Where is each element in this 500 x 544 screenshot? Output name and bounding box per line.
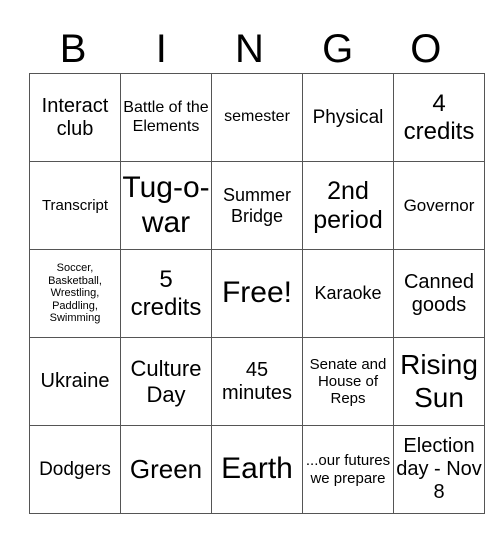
bingo-cell[interactable]: Karaoke bbox=[302, 249, 394, 338]
bingo-cell[interactable]: 2nd period bbox=[302, 161, 394, 250]
bingo-cell[interactable]: ...our futures we prepare bbox=[302, 425, 394, 514]
header-letter-n: N bbox=[235, 27, 264, 71]
bingo-cell[interactable]: Culture Day bbox=[120, 337, 212, 426]
bingo-cell[interactable]: Transcript bbox=[29, 161, 121, 250]
bingo-cell[interactable]: Canned goods bbox=[393, 249, 485, 338]
bingo-row: Dodgers Green Earth ...our futures we pr… bbox=[29, 425, 485, 514]
bingo-row: Interact club Battle of the Elements sem… bbox=[29, 73, 485, 162]
bingo-card: Interact club Battle of the Elements sem… bbox=[29, 73, 485, 514]
bingo-cell[interactable]: 45 minutes bbox=[211, 337, 303, 426]
bingo-cell[interactable]: Green bbox=[120, 425, 212, 514]
header-letter-o: O bbox=[410, 27, 442, 71]
bingo-cell[interactable]: Summer Bridge bbox=[211, 161, 303, 250]
bingo-cell[interactable]: Interact club bbox=[29, 73, 121, 162]
bingo-cell[interactable]: Tug-o-war bbox=[120, 161, 212, 250]
bingo-cell[interactable]: Election day - Nov 8 bbox=[393, 425, 485, 514]
bingo-cell[interactable]: 4 credits bbox=[393, 73, 485, 162]
bingo-cell[interactable]: Dodgers bbox=[29, 425, 121, 514]
header-letter-b: B bbox=[59, 27, 87, 71]
header-letter-i: I bbox=[155, 27, 167, 71]
header-letter-g: G bbox=[322, 27, 354, 71]
bingo-cell[interactable]: 5 credits bbox=[120, 249, 212, 338]
bingo-cell[interactable]: Governor bbox=[393, 161, 485, 250]
bingo-row: Transcript Tug-o-war Summer Bridge 2nd p… bbox=[29, 161, 485, 250]
bingo-cell[interactable]: Physical bbox=[302, 73, 394, 162]
bingo-row: Ukraine Culture Day 45 minutes Senate an… bbox=[29, 337, 485, 426]
bingo-cell[interactable]: semester bbox=[211, 73, 303, 162]
bingo-cell[interactable]: Rising Sun bbox=[393, 337, 485, 426]
bingo-cell[interactable]: Ukraine bbox=[29, 337, 121, 426]
free-space-cell[interactable]: Free! bbox=[211, 249, 303, 338]
bingo-cell[interactable]: Soccer, Basketball, Wrestling, Paddling,… bbox=[29, 249, 121, 338]
bingo-row: Soccer, Basketball, Wrestling, Paddling,… bbox=[29, 249, 485, 338]
bingo-cell[interactable]: Earth bbox=[211, 425, 303, 514]
bingo-cell[interactable]: Battle of the Elements bbox=[120, 73, 212, 162]
bingo-cell[interactable]: Senate and House of Reps bbox=[302, 337, 394, 426]
bingo-header: B I N G O bbox=[29, 20, 470, 73]
